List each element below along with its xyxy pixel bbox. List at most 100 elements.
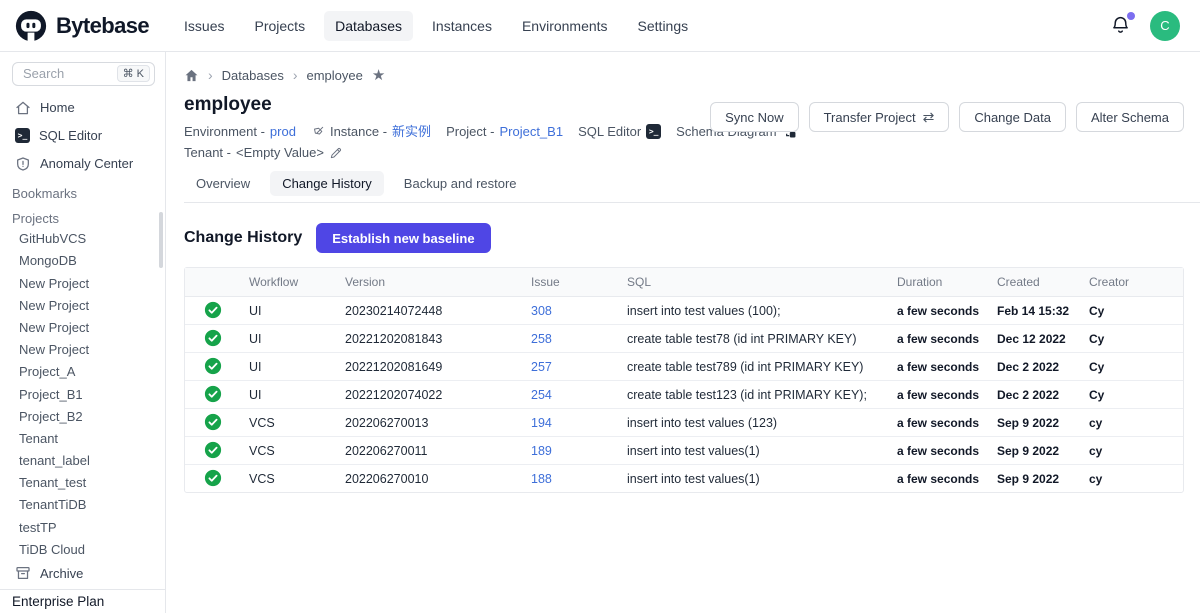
workflow-cell: VCS [241, 465, 337, 493]
sql-cell: create table test78 (id int PRIMARY KEY) [619, 325, 889, 353]
top-nav-right: C [1110, 11, 1180, 41]
workflow-cell: UI [241, 381, 337, 409]
issue-link[interactable]: 258 [531, 332, 552, 346]
sidebar-project-new-project-3[interactable]: New Project [0, 316, 165, 338]
tab-change-history[interactable]: Change History [270, 171, 384, 196]
sidebar-project-project-b2[interactable]: Project_B2 [0, 405, 165, 427]
tab-overview[interactable]: Overview [184, 171, 262, 196]
sidebar-item-label: Archive [40, 566, 83, 581]
creator-cell: Cy [1081, 381, 1183, 409]
issue-link[interactable]: 188 [531, 472, 552, 486]
search-input[interactable] [21, 65, 113, 82]
bookmark-star-icon[interactable]: ★ [372, 68, 385, 83]
tenant-value: <Empty Value> [236, 142, 324, 163]
creator-column-header: Creator [1081, 268, 1183, 297]
creator-cell: cy [1081, 465, 1183, 493]
bookmarks-section-label: Bookmarks [0, 185, 165, 203]
duration-cell: a few seconds [889, 297, 989, 325]
workflow-cell: UI [241, 325, 337, 353]
table-row[interactable]: VCS 202206270011 189 insert into test va… [185, 437, 1183, 465]
issue-cell: 308 [523, 297, 619, 325]
table-row[interactable]: UI 20221202081843 258 create table test7… [185, 325, 1183, 353]
bytebase-logo[interactable]: Bytebase [14, 9, 149, 43]
breadcrumb-databases[interactable]: Databases [222, 68, 284, 83]
nav-item-issues[interactable]: Issues [173, 11, 235, 41]
issue-link[interactable]: 257 [531, 360, 552, 374]
content-area: ⌘ K Home >_ SQL Editor Anomaly [0, 52, 1200, 613]
nav-item-environments[interactable]: Environments [511, 11, 619, 41]
nav-item-settings[interactable]: Settings [627, 11, 700, 41]
breadcrumb-chevron-icon: › [208, 68, 213, 82]
workflow-cell: UI [241, 353, 337, 381]
sidebar-item-label: SQL Editor [39, 128, 102, 143]
sidebar-project-project-b1[interactable]: Project_B1 [0, 383, 165, 405]
button-label: Sync Now [725, 110, 784, 125]
sidebar-item-anomaly-center[interactable]: Anomaly Center [0, 150, 165, 178]
breadcrumb-home-icon[interactable] [184, 68, 199, 83]
nav-item-databases[interactable]: Databases [324, 11, 413, 41]
transfer-project-button[interactable]: Transfer Project ⇄ [809, 102, 950, 132]
sidebar-item-sql-editor[interactable]: >_ SQL Editor [0, 122, 165, 150]
table-row[interactable]: UI 20230214072448 308 insert into test v… [185, 297, 1183, 325]
sidebar-project-tenanttidb[interactable]: TenantTiDB [0, 494, 165, 516]
workflow-cell: VCS [241, 409, 337, 437]
sidebar-project-githubvcs[interactable]: GitHubVCS [0, 228, 165, 250]
environment-link[interactable]: prod [270, 121, 296, 142]
change-data-button[interactable]: Change Data [959, 102, 1066, 132]
version-cell: 20230214072448 [337, 297, 523, 325]
issue-link[interactable]: 254 [531, 388, 552, 402]
sidebar-project-new-project-1[interactable]: New Project [0, 272, 165, 294]
version-cell: 202206270010 [337, 465, 523, 493]
sidebar-project-new-project-4[interactable]: New Project [0, 339, 165, 361]
success-check-icon [204, 329, 222, 347]
nav-item-instances[interactable]: Instances [421, 11, 503, 41]
edit-pencil-icon[interactable] [329, 146, 343, 160]
sql-cell: insert into test values(1) [619, 465, 889, 493]
sidebar-item-home[interactable]: Home [0, 94, 165, 122]
project-link[interactable]: Project_B1 [499, 121, 563, 142]
sidebar-project-tenant[interactable]: Tenant [0, 427, 165, 449]
issue-cell: 258 [523, 325, 619, 353]
workflow-cell: UI [241, 297, 337, 325]
creator-cell: cy [1081, 437, 1183, 465]
sidebar-project-tenant-test[interactable]: Tenant_test [0, 472, 165, 494]
sidebar-project-mongodb[interactable]: MongoDB [0, 250, 165, 272]
sidebar-project-tenant-label[interactable]: tenant_label [0, 449, 165, 471]
sql-editor-shortcut[interactable]: SQL Editor >_ [578, 121, 661, 142]
table-row[interactable]: VCS 202206270010 188 insert into test va… [185, 465, 1183, 493]
issue-link[interactable]: 194 [531, 416, 552, 430]
created-cell: Feb 14 15:32 [989, 297, 1081, 325]
creator-cell: Cy [1081, 297, 1183, 325]
sidebar-project-tidb-cloud[interactable]: TiDB Cloud [0, 538, 165, 560]
sidebar-scrollbar[interactable] [159, 212, 163, 268]
sql-cell: insert into test values(1) [619, 437, 889, 465]
nav-item-projects[interactable]: Projects [244, 11, 317, 41]
issue-cell: 194 [523, 409, 619, 437]
button-label: Change Data [974, 110, 1051, 125]
sql-column-header: SQL [619, 268, 889, 297]
tab-backup-and-restore[interactable]: Backup and restore [392, 171, 529, 196]
status-cell [185, 297, 241, 325]
table-row[interactable]: UI 20221202074022 254 create table test1… [185, 381, 1183, 409]
sidebar-item-label: Home [40, 100, 75, 115]
instance-link[interactable]: 新实例 [392, 121, 431, 142]
sidebar-project-new-project-2[interactable]: New Project [0, 294, 165, 316]
breadcrumb: › Databases › employee ★ [184, 66, 1184, 84]
sidebar-project-testtp[interactable]: testTP [0, 516, 165, 538]
notification-dot-badge [1127, 12, 1135, 20]
issue-link[interactable]: 189 [531, 444, 552, 458]
status-cell [185, 409, 241, 437]
terminal-icon: >_ [646, 124, 661, 139]
establish-baseline-button[interactable]: Establish new baseline [316, 223, 490, 253]
alter-schema-button[interactable]: Alter Schema [1076, 102, 1184, 132]
sync-now-button[interactable]: Sync Now [710, 102, 799, 132]
search-box[interactable]: ⌘ K [12, 62, 155, 86]
user-avatar[interactable]: C [1150, 11, 1180, 41]
issue-link[interactable]: 308 [531, 304, 552, 318]
table-row[interactable]: VCS 202206270013 194 insert into test va… [185, 409, 1183, 437]
breadcrumb-employee[interactable]: employee [307, 68, 363, 83]
table-row[interactable]: UI 20221202081649 257 create table test7… [185, 353, 1183, 381]
notifications-button[interactable] [1110, 15, 1132, 37]
sidebar-project-project-a[interactable]: Project_A [0, 361, 165, 383]
sidebar-item-archive[interactable]: Archive [0, 560, 165, 585]
